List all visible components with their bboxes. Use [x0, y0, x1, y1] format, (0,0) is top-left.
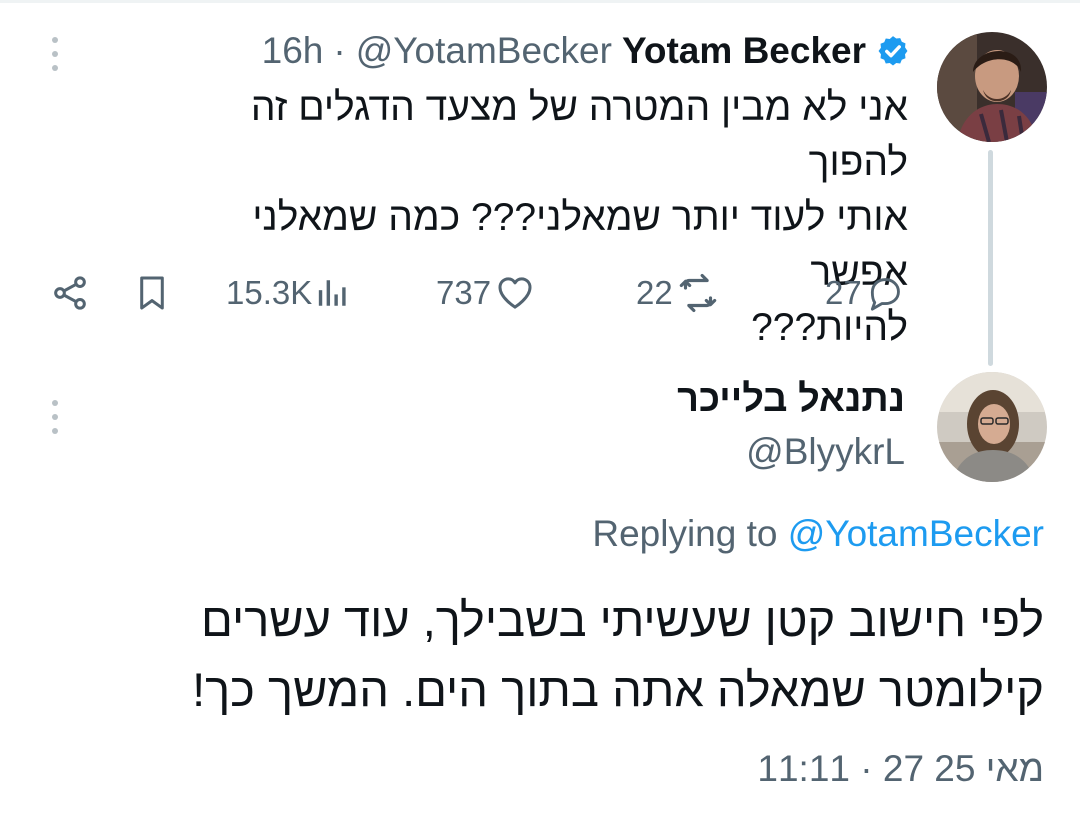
verified-badge-icon [876, 34, 910, 68]
reply-count: 27 [825, 274, 862, 311]
replying-to-line: Replying to @YotamBecker [592, 513, 1044, 555]
replying-to-label: Replying to [592, 513, 778, 554]
top-divider [0, 0, 1080, 3]
reply-more-options-icon[interactable] [48, 400, 62, 434]
replying-to-mention[interactable]: @YotamBecker [788, 513, 1044, 554]
views-button[interactable]: 15.3K [226, 268, 350, 318]
more-options-icon[interactable] [48, 37, 62, 71]
tweet-author-name[interactable]: Yotam Becker [622, 30, 866, 72]
reply-author-handle[interactable]: @BlyykrL [746, 431, 905, 473]
share-button[interactable] [50, 268, 90, 318]
tweet-header: 16h · @YotamBecker Yotam Becker [262, 28, 910, 74]
author-avatar[interactable] [937, 32, 1047, 142]
like-button[interactable]: 737 [436, 268, 535, 318]
share-icon [50, 273, 90, 313]
bookmark-icon [133, 273, 171, 313]
tweet-actions: 15.3K 737 22 27 [50, 268, 910, 318]
tweet-handle[interactable]: @YotamBecker [356, 30, 612, 72]
meta-separator: · [333, 30, 346, 71]
views-count: 15.3K [226, 274, 313, 311]
reply-timestamp[interactable]: 11:11 · 27 מאי 25 [757, 748, 1044, 790]
reply-author-avatar[interactable] [937, 372, 1047, 482]
tweet-time: 16h [261, 30, 324, 71]
retweet-icon [677, 273, 719, 313]
reply-icon [866, 273, 904, 313]
bookmark-button[interactable] [133, 268, 171, 318]
like-count: 737 [436, 274, 492, 311]
views-icon [316, 275, 350, 311]
reply-text: לפי חישוב קטן שעשיתי בשבילך, עוד עשרים ק… [192, 593, 1044, 716]
like-icon [495, 273, 535, 313]
reply-author-name[interactable]: נתנאל בלייכר [677, 378, 905, 421]
reply-button[interactable]: 27 [825, 268, 904, 318]
thread-connector-line [988, 150, 993, 366]
retweet-count: 22 [636, 274, 673, 311]
retweet-button[interactable]: 22 [636, 268, 719, 318]
